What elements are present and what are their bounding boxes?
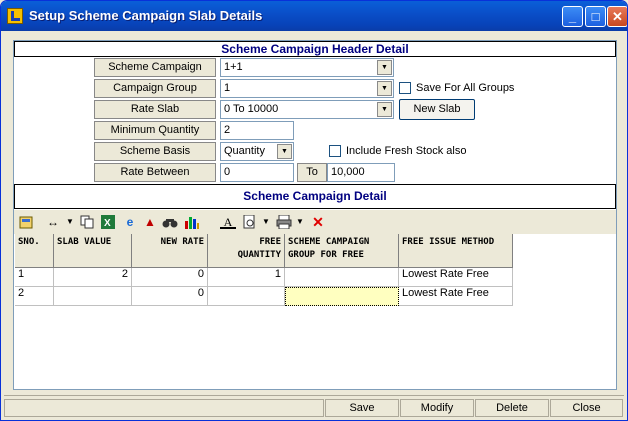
column-header-free-quantity[interactable]: FREE QUANTITY: [208, 234, 285, 268]
campaign-group-combo[interactable]: 1 ▼: [220, 79, 394, 98]
delete-icon[interactable]: ✕: [310, 215, 326, 229]
chevron-down-icon[interactable]: ▼: [377, 81, 392, 96]
column-header-sno[interactable]: SNO.: [15, 234, 54, 268]
cell-free-issue-method[interactable]: Lowest Rate Free: [399, 287, 513, 306]
rate-slab-label: Rate Slab: [94, 100, 216, 119]
copy-icon[interactable]: [79, 215, 95, 229]
chevron-down-icon[interactable]: ▼: [377, 60, 392, 75]
title-bar[interactable]: Setup Scheme Campaign Slab Details _ □ ✕: [1, 1, 627, 31]
chevron-down-icon[interactable]: ▼: [277, 144, 292, 159]
table-row[interactable]: 2 0 Lowest Rate Free: [15, 287, 513, 306]
maximize-button[interactable]: □: [585, 6, 606, 27]
font-icon[interactable]: A: [220, 215, 236, 229]
scheme-campaign-value: 1+1: [224, 61, 243, 73]
header-section-title: Scheme Campaign Header Detail: [14, 41, 616, 57]
cell-free-quantity[interactable]: 1: [208, 268, 285, 287]
minimum-quantity-label: Minimum Quantity: [94, 121, 216, 140]
campaign-group-value: 1: [224, 82, 231, 94]
rate-slab-combo[interactable]: 0 To 10000 ▼: [220, 100, 394, 119]
internet-explorer-icon[interactable]: e: [122, 215, 138, 229]
modify-label: Modify: [420, 402, 454, 414]
save-button[interactable]: Save: [325, 399, 399, 417]
scheme-basis-label: Scheme Basis: [94, 142, 216, 161]
close-button[interactable]: Close: [550, 399, 623, 417]
cell-group-for-free[interactable]: [285, 268, 399, 287]
cell-free-issue-method[interactable]: Lowest Rate Free: [399, 268, 513, 287]
main-frame: Scheme Campaign Header Detail Scheme Cam…: [13, 40, 617, 390]
print-preview-dropdown-icon[interactable]: ▼: [262, 217, 270, 226]
save-for-all-groups-label: Save For All Groups: [416, 82, 515, 94]
column-width-icon[interactable]: ↔: [43, 215, 63, 229]
rate-from-input[interactable]: 0: [220, 163, 294, 182]
new-slab-label: New Slab: [413, 103, 461, 115]
rate-between-label: Rate Between: [94, 163, 216, 182]
svg-text:X: X: [104, 218, 111, 229]
cell-sno[interactable]: 2: [15, 287, 54, 306]
column-header-slab-value[interactable]: SLAB VALUE: [54, 234, 132, 268]
client-area: Scheme Campaign Header Detail Scheme Cam…: [4, 31, 624, 419]
close-label: Close: [572, 402, 601, 414]
cell-slab-value[interactable]: [54, 287, 132, 306]
table-row[interactable]: 1 2 0 1 Lowest Rate Free: [15, 268, 513, 287]
cell-group-for-free-active[interactable]: [285, 287, 399, 306]
status-segment: [4, 399, 324, 417]
move-up-icon[interactable]: ▲: [142, 215, 158, 229]
save-for-all-groups-checkbox[interactable]: [399, 82, 411, 94]
app-window: Setup Scheme Campaign Slab Details _ □ ✕…: [0, 0, 628, 421]
cell-slab-value[interactable]: 2: [54, 268, 132, 287]
rate-to-label: To: [297, 163, 327, 182]
action-bar: Save Modify Delete Close: [4, 395, 624, 419]
chevron-down-icon[interactable]: ▼: [377, 102, 392, 117]
scheme-detail-grid: SNO. SLAB VALUE NEW RATE FREE QUANTITY S…: [15, 234, 615, 389]
find-icon[interactable]: [162, 215, 178, 229]
detail-section-title: Scheme Campaign Detail: [14, 184, 616, 209]
chart-icon[interactable]: [184, 215, 200, 229]
cell-new-rate[interactable]: 0: [132, 268, 208, 287]
include-fresh-stock-checkbox[interactable]: [329, 145, 341, 157]
scheme-basis-combo[interactable]: Quantity ▼: [220, 142, 294, 161]
minimum-quantity-input[interactable]: 2: [220, 121, 294, 140]
excel-icon[interactable]: X: [100, 215, 116, 229]
delete-label: Delete: [496, 402, 528, 414]
column-header-free-issue-method[interactable]: FREE ISSUE METHOD: [399, 234, 513, 268]
save-layout-icon[interactable]: [18, 215, 34, 229]
column-width-dropdown-icon[interactable]: ▼: [66, 217, 74, 226]
grid-toolbar: ↔ ▼ X e ▲ A ▼ ▼ ✕: [14, 210, 616, 234]
scheme-campaign-combo[interactable]: 1+1 ▼: [220, 58, 394, 77]
rate-to-input[interactable]: 10,000: [327, 163, 395, 182]
cell-free-quantity[interactable]: [208, 287, 285, 306]
cell-new-rate[interactable]: 0: [132, 287, 208, 306]
window-title: Setup Scheme Campaign Slab Details: [29, 8, 263, 23]
new-slab-button[interactable]: New Slab: [399, 99, 475, 120]
modify-button[interactable]: Modify: [400, 399, 474, 417]
print-dropdown-icon[interactable]: ▼: [296, 217, 304, 226]
column-header-new-rate[interactable]: NEW RATE: [132, 234, 208, 268]
close-window-button[interactable]: ✕: [607, 6, 627, 27]
campaign-group-label: Campaign Group: [94, 79, 216, 98]
delete-button[interactable]: Delete: [475, 399, 549, 417]
cell-sno[interactable]: 1: [15, 268, 54, 287]
scheme-basis-value: Quantity: [224, 145, 265, 157]
save-label: Save: [349, 402, 375, 414]
print-preview-icon[interactable]: [242, 214, 258, 229]
rate-slab-value: 0 To 10000: [224, 103, 279, 115]
print-icon[interactable]: [276, 214, 292, 230]
app-logo-icon: [7, 8, 23, 24]
scheme-campaign-label: Scheme Campaign: [94, 58, 216, 77]
column-header-group-for-free[interactable]: SCHEME CAMPAIGN GROUP FOR FREE: [285, 234, 399, 268]
include-fresh-stock-label: Include Fresh Stock also: [346, 145, 467, 157]
minimize-button[interactable]: _: [562, 6, 583, 27]
